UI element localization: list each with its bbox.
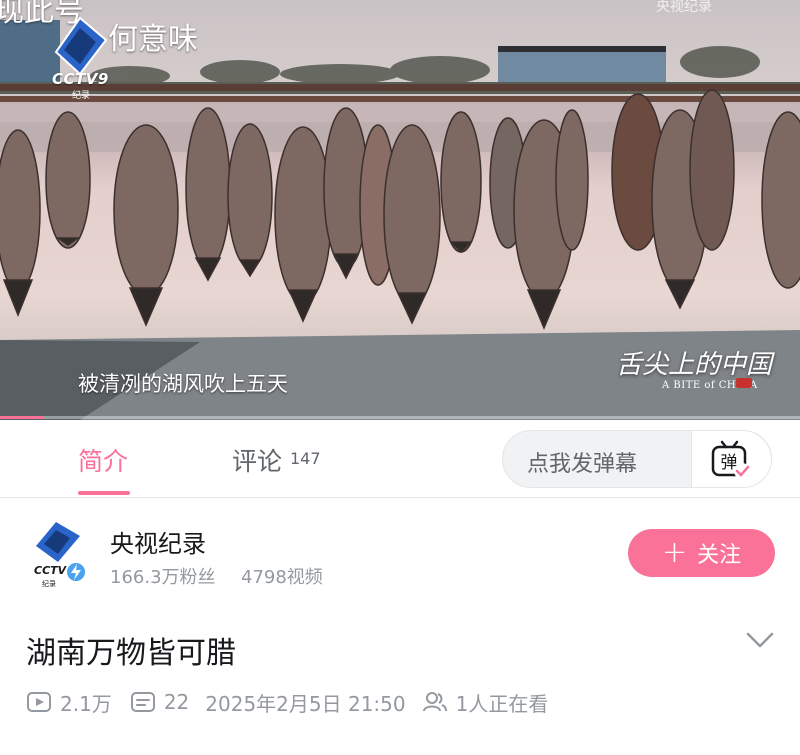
danmaku-count: 22 <box>163 690 190 714</box>
tab-active-indicator <box>78 491 130 495</box>
tab-intro[interactable]: 简介 <box>78 442 128 478</box>
uploader-name[interactable]: 央视纪录 <box>110 524 206 559</box>
uploader-fans: 166.3万粉丝 <box>110 567 216 588</box>
uploader-videos: 4798视频 <box>241 567 323 588</box>
danmaku-input[interactable]: 点我发弹幕 弹 <box>502 430 772 488</box>
video-title: 湖南万物皆可腊 <box>26 636 236 671</box>
avatar-sub: 纪录 <box>42 579 56 588</box>
views-count: 2.1万 <box>60 691 112 716</box>
channel-logo-text: CCTV9 <box>52 70 109 88</box>
program-logo: 舌尖上的中国 <box>616 350 773 380</box>
danmaku-stat: 22 <box>130 689 189 715</box>
danmaku-placeholder: 点我发弹幕 <box>527 452 638 477</box>
video-stats: 2.1万 22 2025年2月5日 21:50 1人正在看 <box>26 688 548 716</box>
plus-icon: + <box>661 535 688 570</box>
uploader-avatar[interactable]: CCTV 纪录 <box>28 518 90 588</box>
publish-datetime: 2025年2月5日 21:50 <box>205 691 406 716</box>
watching-stat: 1人正在看 <box>422 688 549 717</box>
progress-bar[interactable] <box>0 416 44 419</box>
tab-comments[interactable]: 评论 <box>232 442 282 478</box>
video-player[interactable]: 现此号 何意味 CCTV9 纪录 央视纪录 被清冽的湖风吹上五天 舌尖上的中国 … <box>0 0 800 420</box>
channel-logo-sub: 纪录 <box>72 91 91 101</box>
tab-bar: 简介 评论 147 点我发弹幕 弹 <box>0 420 800 498</box>
danmaku-icon: 弹 <box>711 440 750 479</box>
viewers-icon <box>422 692 447 712</box>
overlay-caption: 何意味 <box>108 22 198 57</box>
chevron-down-icon[interactable] <box>744 628 776 652</box>
progress-track[interactable] <box>0 416 800 419</box>
avatar-text: CCTV <box>34 564 68 577</box>
follow-label: 关注 <box>697 543 742 568</box>
seal-icon <box>736 378 752 388</box>
follow-button[interactable]: + 关注 <box>628 529 775 577</box>
views-stat: 2.1万 <box>26 688 112 717</box>
danmaku-count-icon <box>130 692 155 712</box>
channel-watermark: 央视纪录 <box>656 0 712 15</box>
play-count-icon <box>27 692 51 712</box>
video-subtitle: 被清冽的湖风吹上五天 <box>78 372 288 396</box>
danmaku-toggle-button[interactable]: 弹 <box>691 431 771 487</box>
watching-count: 1人正在看 <box>455 691 549 716</box>
comments-count: 147 <box>290 449 321 468</box>
